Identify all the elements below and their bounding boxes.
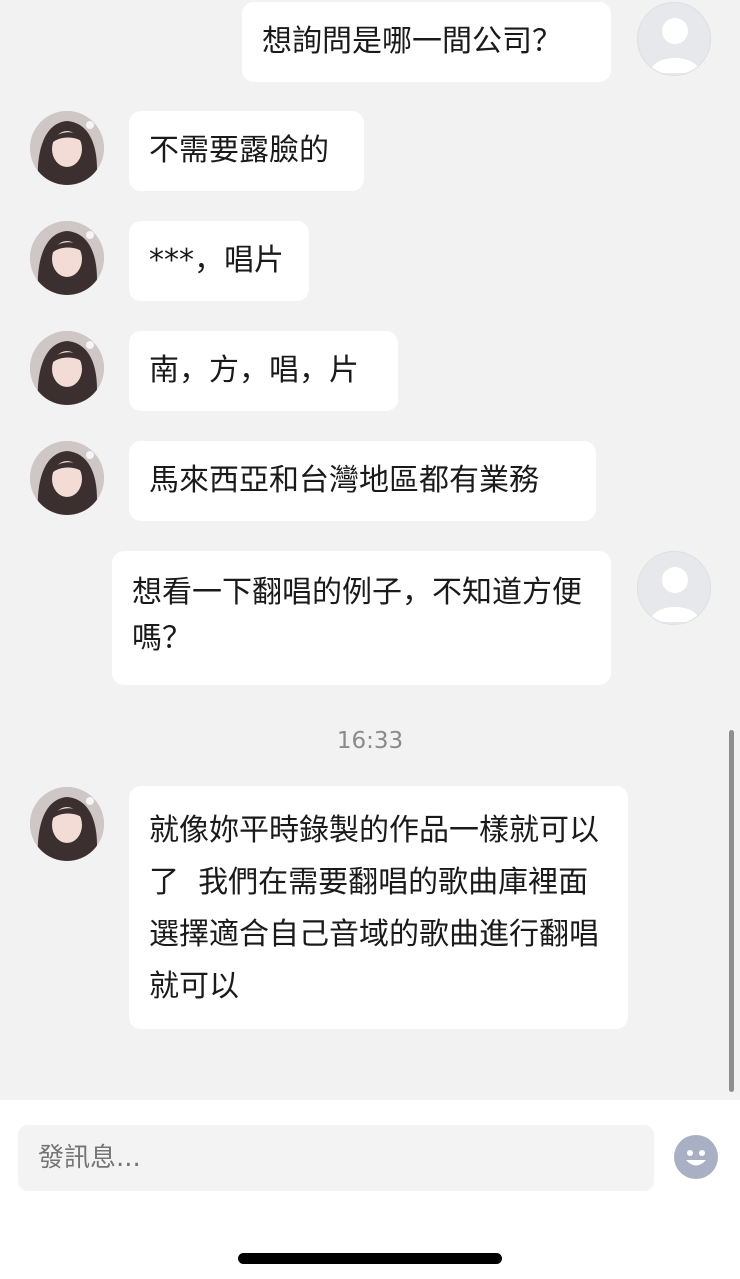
user-avatar[interactable] bbox=[637, 2, 711, 76]
contact-photo-icon bbox=[30, 111, 104, 185]
contact-avatar[interactable] bbox=[30, 441, 104, 515]
message-composer bbox=[0, 1100, 740, 1279]
contact-avatar[interactable] bbox=[30, 221, 104, 295]
message-input[interactable] bbox=[18, 1125, 654, 1191]
message-timestamp: 16:33 bbox=[336, 728, 404, 754]
emoji-button-glyph bbox=[686, 1150, 706, 1166]
message-bubble-self[interactable]: 想看一下翻唱的例子，不知道方便嗎？ bbox=[112, 551, 611, 685]
default-user-icon bbox=[650, 18, 700, 73]
smiley-face-icon[interactable] bbox=[674, 1135, 718, 1179]
message-bubble-contact[interactable]: 馬來西亞和台灣地區都有業務 bbox=[129, 441, 596, 521]
contact-avatar[interactable] bbox=[30, 331, 104, 405]
contact-avatar[interactable] bbox=[30, 111, 104, 185]
home-indicator[interactable] bbox=[238, 1253, 502, 1264]
contact-photo-icon bbox=[30, 331, 104, 405]
message-bubble-contact[interactable]: 就像妳平時錄製的作品一樣就可以了 我們在需要翻唱的歌曲庫裡面選擇適合自己音域的歌… bbox=[129, 786, 628, 1029]
message-bubble-self[interactable]: 想詢問是哪一間公司？ bbox=[242, 2, 611, 82]
contact-photo-icon bbox=[30, 787, 104, 861]
default-user-icon bbox=[650, 567, 700, 622]
contact-avatar[interactable] bbox=[30, 787, 104, 861]
message-bubble-contact[interactable]: 不需要露臉的 bbox=[129, 111, 364, 191]
chat-scrollbar[interactable] bbox=[729, 730, 734, 1092]
user-avatar[interactable] bbox=[637, 551, 711, 625]
chat-message-list[interactable]: 想詢問是哪一間公司？ 不需要露臉的 ***，唱片 南，方，唱，片 馬來西亞和台灣… bbox=[0, 0, 740, 1100]
contact-photo-icon bbox=[30, 441, 104, 515]
message-bubble-contact[interactable]: 南，方，唱，片 bbox=[129, 331, 398, 411]
contact-photo-icon bbox=[30, 221, 104, 295]
message-bubble-contact[interactable]: ***，唱片 bbox=[129, 221, 309, 301]
